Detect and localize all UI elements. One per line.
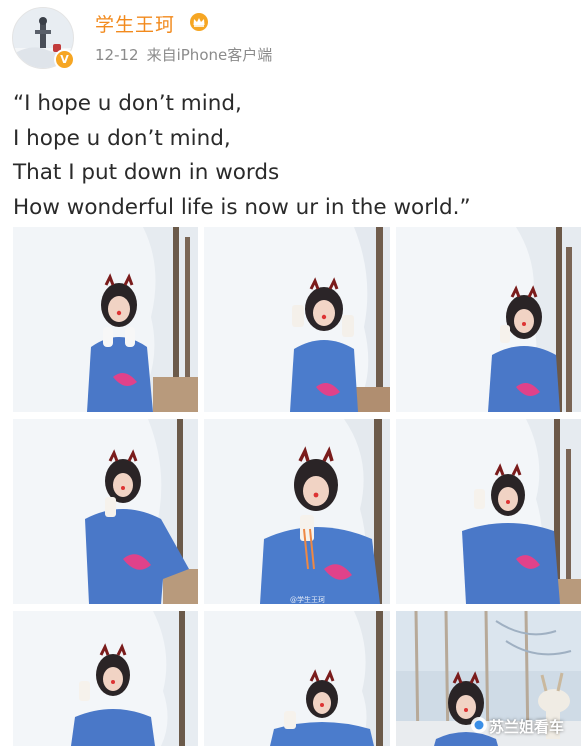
post-meta: 12-12 来自iPhone客户端: [95, 44, 272, 65]
photo-tile-4[interactable]: [13, 419, 198, 604]
photo-tile-2[interactable]: [204, 227, 390, 412]
photo-grid: @学生王珂: [13, 227, 581, 746]
post-source: 来自iPhone客户端: [146, 46, 273, 64]
photo-caption: @学生王珂: [290, 596, 325, 604]
photo-tile-3[interactable]: [396, 227, 581, 412]
verified-badge: V: [54, 49, 75, 70]
photo-tile-8[interactable]: [204, 611, 390, 746]
post-line-3: That I put down in words: [13, 160, 280, 185]
crown-icon: [190, 13, 208, 31]
watermark-logo-icon: [471, 717, 487, 733]
post-date: 12-12: [95, 46, 139, 64]
post-line-4: How wonderful life is now ur in the worl…: [13, 194, 471, 220]
photo-tile-5[interactable]: @学生王珂: [204, 419, 390, 604]
username[interactable]: 学生王珂: [95, 10, 175, 37]
photo-tile-6[interactable]: [396, 419, 581, 604]
post-line-2: I hope u don’t mind,: [13, 125, 231, 151]
post-text: “I hope u don’t mind, I hope u don’t min…: [13, 87, 471, 225]
post-line-1: “I hope u don’t mind,: [13, 91, 242, 116]
avatar[interactable]: V: [12, 7, 75, 70]
photo-tile-1[interactable]: [13, 227, 198, 412]
watermark-text: 苏兰姐看车: [489, 718, 565, 736]
photo-tile-7[interactable]: [13, 611, 198, 746]
